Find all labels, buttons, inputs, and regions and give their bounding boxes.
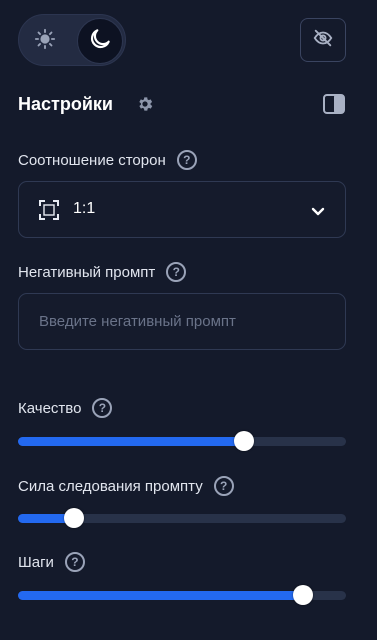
slider-thumb[interactable] (234, 431, 255, 451)
sidebar-panel-icon[interactable] (323, 94, 345, 114)
slider-thumb[interactable] (63, 508, 84, 528)
aspect-ratio-select[interactable]: 1:1 (18, 181, 346, 238)
steps-label: Шаги (18, 553, 54, 571)
light-theme-button[interactable] (22, 18, 68, 64)
slider-fill (18, 437, 245, 446)
aspect-ratio-label: Соотношение сторон (18, 151, 166, 169)
steps-slider[interactable] (18, 584, 346, 606)
gear-icon[interactable] (135, 94, 155, 114)
quality-label-row: Качество ? (18, 398, 113, 418)
quality-slider[interactable] (18, 430, 346, 452)
help-icon[interactable]: ? (166, 262, 187, 282)
steps-label-row: Шаги ? (18, 552, 85, 572)
negative-prompt-label: Негативный промпт (18, 263, 156, 281)
hide-panel-button[interactable] (300, 18, 346, 62)
quality-label: Качество (18, 399, 82, 417)
page-title: Настройки (18, 94, 113, 114)
guidance-label-row: Сила следования промпту ? (18, 476, 234, 496)
help-icon[interactable]: ? (92, 398, 113, 418)
chevron-down-icon (309, 202, 327, 220)
help-icon[interactable]: ? (64, 552, 85, 572)
theme-toggle (18, 14, 126, 66)
negative-prompt-label-row: Негативный промпт ? (18, 262, 187, 282)
help-icon[interactable]: ? (213, 476, 234, 496)
help-icon[interactable]: ? (176, 150, 197, 170)
eye-off-icon (312, 27, 334, 54)
moon-icon (87, 26, 113, 57)
negative-prompt-input[interactable] (18, 293, 346, 350)
slider-fill (18, 591, 304, 600)
dark-theme-button[interactable] (77, 18, 123, 64)
slider-thumb[interactable] (293, 585, 314, 605)
aspect-ratio-value: 1:1 (73, 200, 96, 217)
guidance-slider[interactable] (18, 507, 346, 529)
guidance-label: Сила следования промпту (18, 477, 203, 495)
sun-icon (34, 28, 56, 55)
aspect-ratio-icon (38, 199, 60, 221)
aspect-ratio-label-row: Соотношение сторон ? (18, 150, 197, 170)
